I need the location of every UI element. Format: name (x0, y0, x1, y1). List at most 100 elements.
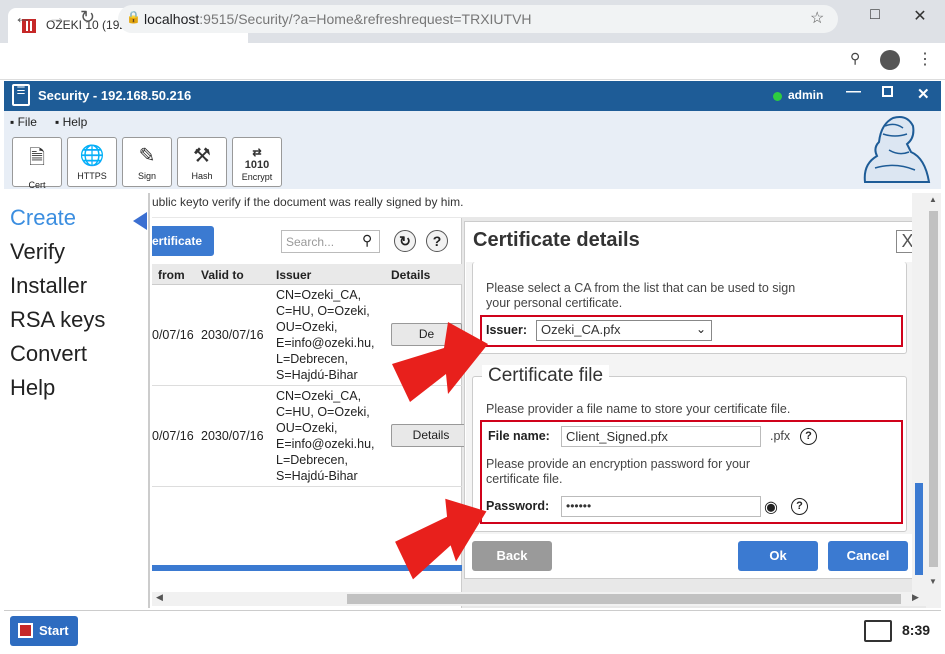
nav-installer[interactable]: Installer (10, 273, 87, 299)
toolbar-sign-button[interactable]: ✎ Sign (122, 137, 172, 187)
red-arrow-issuer-icon (392, 322, 488, 402)
nav-rsa-keys[interactable]: RSA keys (10, 307, 105, 333)
app-title: Security - 192.168.50.216 (38, 88, 192, 103)
nav-verify[interactable]: Verify (10, 239, 65, 265)
app-header: ☰ Security - 192.168.50.216 admin (4, 81, 941, 111)
start-label: Start (39, 623, 69, 638)
issuer-line: L=Debrecen, (276, 352, 348, 366)
taskbar (4, 610, 941, 650)
user-name[interactable]: admin (788, 88, 823, 102)
nav-create[interactable]: Create (10, 205, 76, 231)
url-host: localhost (144, 11, 200, 27)
dialog-title: Certificate details (473, 229, 640, 251)
hammer-icon: ⚒ (193, 145, 211, 167)
cancel-button[interactable]: Cancel (828, 541, 908, 571)
search-input[interactable]: Search... ⚲ (281, 230, 380, 253)
scroll-right-icon[interactable]: ▶ (912, 592, 919, 603)
details-button[interactable]: Details (391, 424, 471, 447)
page-scrollbar-thumb[interactable] (929, 211, 938, 567)
ok-button[interactable]: Ok (738, 541, 818, 571)
address-bar-row (0, 43, 945, 80)
scroll-up-icon[interactable]: ▲ (929, 195, 937, 204)
app-close-icon[interactable]: ✕ (917, 85, 930, 103)
file-description: Please provider a file name to store you… (486, 402, 791, 416)
toolbar-cert-label: Cert (28, 180, 46, 190)
ca-description: Please select a CA from the list that ca… (486, 281, 795, 311)
issuer-select[interactable]: Ozeki_CA.pfx ⌄ (536, 320, 712, 341)
issuer-line: L=Debrecen, (276, 453, 348, 467)
search-placeholder: Search... (286, 235, 335, 249)
horizontal-scrollbar[interactable]: ◀ ▶ (152, 592, 926, 606)
scroll-left-icon[interactable]: ◀ (156, 592, 163, 603)
sign-icon: ✎ (138, 145, 156, 167)
column-issuer[interactable]: Issuer (276, 268, 311, 282)
nav-convert[interactable]: Convert (10, 341, 87, 367)
start-icon (18, 623, 33, 638)
forward-arrow-icon[interactable]: → (48, 7, 66, 28)
column-from[interactable]: from (158, 268, 185, 282)
create-certificate-button[interactable]: ertificate (152, 226, 214, 256)
password-description: Please provide an encryption password fo… (486, 457, 750, 487)
certificate-icon: 🗎 (28, 147, 46, 169)
row-valid-from: 0/07/16 (152, 429, 194, 443)
issuer-line: C=HU, O=Ozeki, (276, 304, 370, 318)
help-question-icon[interactable]: ? (426, 230, 448, 252)
refresh-icon[interactable]: ↻ (394, 230, 416, 252)
issuer-line: S=Hajdú-Bihar (276, 368, 358, 382)
toolbar-https-label: HTTPS (77, 171, 107, 181)
start-button[interactable]: Start (10, 616, 78, 646)
row-valid-to: 2030/07/16 (201, 328, 264, 342)
globe-icon: 🌐 (79, 145, 105, 167)
reload-icon[interactable]: ↻ (80, 7, 95, 28)
issuer-line: CN=Ozeki_CA, (276, 389, 362, 403)
row-valid-from: 0/07/16 (152, 328, 194, 342)
search-icon[interactable]: ⚲ (362, 232, 372, 249)
issuer-line: CN=Ozeki_CA, (276, 288, 362, 302)
column-valid-to[interactable]: Valid to (201, 268, 244, 282)
toolbar-sign-label: Sign (137, 171, 156, 181)
app-maximize-icon[interactable] (882, 86, 893, 97)
row-valid-to: 2030/07/16 (201, 429, 264, 443)
toolbar-https-button[interactable]: 🌐 HTTPS (67, 137, 117, 187)
toolbar-cert-button[interactable]: 🗎 Cert (12, 137, 62, 190)
clock: 8:39 (902, 622, 931, 638)
file-name-input[interactable]: Client_Signed.pfx (561, 426, 761, 447)
toolbar-hash-button[interactable]: ⚒ Hash (177, 137, 227, 187)
security-app-icon: ☰ (12, 84, 30, 106)
menu-help[interactable]: ▪ Help (55, 115, 87, 129)
dialog-vertical-scrollbar[interactable] (912, 193, 926, 592)
horizontal-scrollbar-thumb[interactable] (347, 594, 901, 604)
close-window-icon[interactable]: ✕ (910, 6, 930, 26)
app-minimize-icon[interactable]: — (846, 83, 861, 100)
file-name-label: File name: (488, 429, 550, 443)
ca-description-line: your personal certificate. (486, 296, 623, 310)
menu-help-label: Help (62, 115, 88, 129)
menu-file[interactable]: ▪ File (10, 115, 37, 129)
monitor-icon[interactable] (864, 620, 892, 642)
profile-avatar-icon[interactable] (880, 50, 900, 70)
column-details[interactable]: Details (391, 268, 430, 282)
back-arrow-icon[interactable]: ← (14, 7, 32, 28)
browser-menu-icon[interactable]: ⋮ (917, 49, 933, 69)
row-issuer: CN=Ozeki_CA, C=HU, O=Ozeki, OU=Ozeki, E=… (276, 287, 375, 383)
key-icon[interactable]: ⚲ (850, 50, 860, 67)
dialog-scrollbar-thumb[interactable] (915, 483, 923, 575)
lock-icon: 🔒 (126, 10, 141, 24)
page-vertical-scrollbar[interactable]: ▲ ▼ (926, 193, 941, 608)
bookmark-star-icon[interactable]: ☆ (810, 8, 824, 28)
url-field[interactable]: 🔒 localhost:9515/Security/?a=Home&refres… (118, 5, 838, 33)
password-help-icon[interactable]: ? (791, 498, 808, 515)
nav-selected-arrow-icon (133, 212, 147, 230)
maximize-window-icon[interactable]: □ (865, 6, 885, 24)
password-input[interactable]: •••••• (561, 496, 761, 517)
ca-description-line: Please select a CA from the list that ca… (486, 281, 796, 295)
online-status-icon (773, 92, 782, 101)
info-text: ublic keyto verify if the document was r… (152, 195, 464, 209)
show-password-eye-icon[interactable]: ◉ (764, 497, 778, 517)
file-name-help-icon[interactable]: ? (800, 428, 817, 445)
scroll-down-icon[interactable]: ▼ (929, 577, 937, 586)
toolbar-encrypt-button[interactable]: ⇄ 1010 Encrypt (232, 137, 282, 187)
info-line: ublic keyto verify if the document was r… (152, 193, 926, 217)
ozeki-statue-logo-icon (863, 116, 931, 183)
nav-help[interactable]: Help (10, 375, 55, 401)
